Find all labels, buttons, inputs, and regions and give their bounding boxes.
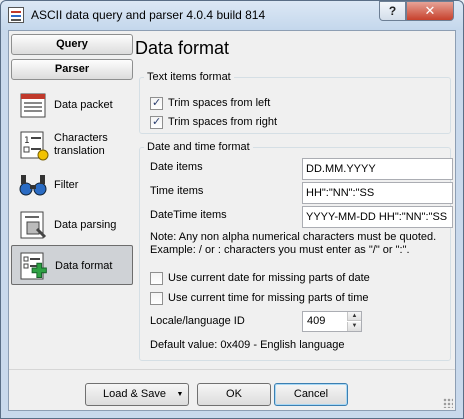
title-bar[interactable]: ASCII data query and parser 4.0.4 build … bbox=[1, 1, 463, 30]
time-items-input[interactable]: HH":"NN":"SS bbox=[302, 182, 453, 204]
checkbox-label: Trim spaces from left bbox=[168, 97, 271, 109]
group-label: Text items format bbox=[144, 71, 234, 83]
checkbox-label: Trim spaces from right bbox=[168, 116, 278, 128]
sidebar-group-parser[interactable]: Parser bbox=[11, 59, 133, 80]
cancel-button[interactable]: Cancel bbox=[274, 383, 348, 406]
data-parsing-icon bbox=[20, 211, 47, 239]
app-window: ASCII data query and parser 4.0.4 build … bbox=[0, 0, 464, 419]
locale-label: Locale/language ID bbox=[150, 315, 245, 327]
group-label: Date and time format bbox=[144, 141, 253, 153]
sidebar-item-data-format[interactable]: Data format bbox=[11, 245, 133, 285]
footer-divider bbox=[9, 369, 455, 370]
spin-down-icon[interactable]: ▼ bbox=[347, 322, 361, 331]
checkbox-box[interactable] bbox=[150, 291, 163, 305]
sidebar-group-query[interactable]: Query bbox=[11, 34, 133, 55]
sidebar-item-label: Data parsing bbox=[54, 218, 117, 231]
main-panel: Data format Text items format Trim space… bbox=[133, 31, 455, 361]
sidebar-item-characters-translation[interactable]: 1 Characters translation bbox=[11, 125, 133, 165]
load-save-label: Load & Save bbox=[103, 388, 166, 400]
characters-translation-icon: 1 bbox=[20, 131, 49, 161]
checkbox-label: Use current date for missing parts of da… bbox=[168, 272, 370, 284]
resize-grip-icon[interactable] bbox=[443, 398, 453, 408]
locale-value[interactable]: 409 bbox=[307, 315, 325, 327]
locale-spinner[interactable]: 409 ▲ ▼ bbox=[302, 311, 362, 332]
chevron-down-icon[interactable]: ▼ bbox=[172, 384, 188, 405]
note-text: Note: Any non alpha numerical characters… bbox=[150, 231, 437, 243]
data-format-icon bbox=[20, 252, 47, 280]
text-items-format-group: Text items format Trim spaces from left … bbox=[139, 71, 451, 134]
checkbox-box[interactable] bbox=[150, 96, 163, 110]
sidebar-item-filter[interactable]: Filter bbox=[11, 165, 133, 205]
page-title: Data format bbox=[135, 38, 230, 58]
use-current-time-checkbox[interactable]: Use current time for missing parts of ti… bbox=[150, 291, 369, 305]
sidebar-item-label: Characters translation bbox=[54, 132, 108, 157]
sidebar-item-data-packet[interactable]: Data packet bbox=[11, 85, 133, 125]
default-value-text: Default value: 0x409 - English language bbox=[150, 339, 345, 351]
sidebar: Query Parser Data packet 1 Characters tr… bbox=[11, 34, 133, 364]
time-items-label: Time items bbox=[150, 185, 204, 197]
sidebar-item-label: Data format bbox=[55, 259, 113, 272]
ok-button[interactable]: OK bbox=[197, 383, 271, 406]
load-save-button[interactable]: Load & Save ▼ bbox=[85, 383, 189, 406]
trim-left-checkbox[interactable]: Trim spaces from left bbox=[150, 96, 270, 110]
checkbox-label: Use current time for missing parts of ti… bbox=[168, 292, 369, 304]
client-area: Query Parser Data packet 1 Characters tr… bbox=[8, 30, 456, 411]
sidebar-item-label: Data packet bbox=[54, 98, 113, 111]
datetime-items-input[interactable]: YYYY-MM-DD HH":"NN":"SS bbox=[302, 206, 453, 228]
datetime-items-label: DateTime items bbox=[150, 209, 227, 221]
spin-up-icon[interactable]: ▲ bbox=[347, 312, 361, 321]
trim-right-checkbox[interactable]: Trim spaces from right bbox=[150, 115, 277, 129]
svg-text:1: 1 bbox=[24, 136, 30, 146]
sidebar-item-label: Filter bbox=[54, 178, 79, 191]
help-button[interactable]: ? bbox=[379, 1, 406, 21]
checkbox-box[interactable] bbox=[150, 115, 163, 129]
example-text: Example: / or : characters you must ente… bbox=[150, 244, 410, 256]
date-items-input[interactable]: DD.MM.YYYY bbox=[302, 158, 453, 180]
app-icon bbox=[8, 7, 24, 23]
sidebar-item-data-parsing[interactable]: Data parsing bbox=[11, 205, 133, 245]
use-current-date-checkbox[interactable]: Use current date for missing parts of da… bbox=[150, 271, 370, 285]
date-time-format-group: Date and time format Date items DD.MM.YY… bbox=[139, 141, 453, 361]
close-button[interactable]: ✕ bbox=[406, 1, 454, 21]
checkbox-box[interactable] bbox=[150, 271, 163, 285]
filter-icon bbox=[19, 175, 47, 196]
window-title: ASCII data query and parser 4.0.4 build … bbox=[31, 8, 266, 22]
data-packet-icon bbox=[20, 93, 46, 118]
date-items-label: Date items bbox=[150, 161, 203, 173]
